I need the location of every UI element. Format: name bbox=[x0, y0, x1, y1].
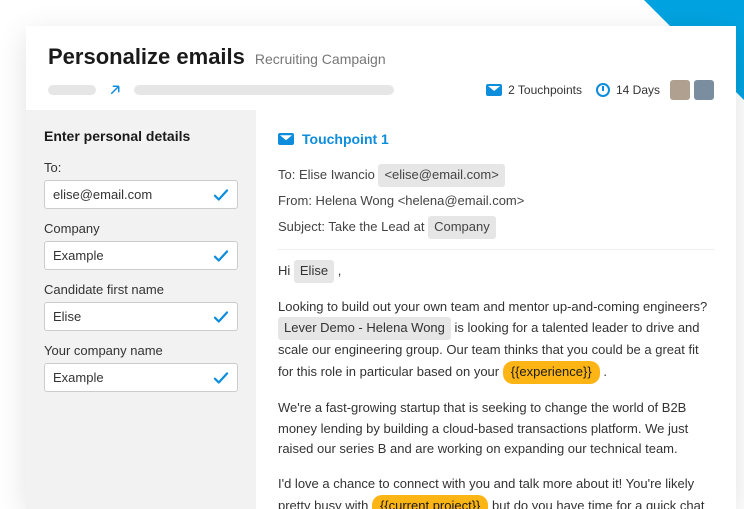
experience-token: {{experience}} bbox=[503, 361, 600, 384]
days-label: 14 Days bbox=[616, 83, 660, 97]
email-to: To: Elise Iwancio <elise@email.com> bbox=[278, 164, 714, 187]
greeting-name-chip: Elise bbox=[294, 260, 334, 283]
greeting-suffix: , bbox=[334, 263, 341, 278]
page-subtitle: Recruiting Campaign bbox=[255, 51, 386, 67]
email-to-chip: <elise@email.com> bbox=[378, 164, 504, 187]
firstname-input[interactable] bbox=[44, 302, 238, 331]
touchpoints-meta: 2 Touchpoints bbox=[486, 83, 582, 97]
toolbar-row: 2 Touchpoints 14 Days bbox=[48, 80, 714, 100]
greeting: Hi Elise , bbox=[278, 260, 714, 283]
company-label: Company bbox=[44, 221, 238, 236]
share-icon[interactable] bbox=[106, 81, 124, 99]
current-project-token: {{current project}} bbox=[372, 495, 488, 509]
placeholder-pill-large bbox=[134, 85, 394, 95]
email-subject: Subject: Take the Lead at Company bbox=[278, 216, 714, 239]
paragraph-1: Looking to build out your own team and m… bbox=[278, 297, 714, 384]
paragraph-2: We're a fast-growing startup that is see… bbox=[278, 398, 714, 460]
envelope-icon bbox=[486, 84, 502, 96]
check-icon bbox=[212, 369, 230, 387]
check-icon bbox=[212, 247, 230, 265]
paragraph-3: I'd love a chance to connect with you an… bbox=[278, 474, 714, 509]
sidebar: Enter personal details To: Company Candi… bbox=[26, 110, 256, 509]
days-meta: 14 Days bbox=[596, 83, 660, 97]
sidebar-heading: Enter personal details bbox=[44, 128, 238, 144]
email-to-prefix: To: Elise Iwancio bbox=[278, 167, 378, 182]
p1-company-chip: Lever Demo - Helena Wong bbox=[278, 317, 451, 340]
email-from: From: Helena Wong <helena@email.com> bbox=[278, 191, 714, 212]
subject-prefix: Subject: Take the Lead at bbox=[278, 219, 428, 234]
page-title: Personalize emails bbox=[48, 44, 245, 70]
p1-c: . bbox=[600, 364, 607, 379]
email-preview: Touchpoint 1 To: Elise Iwancio <elise@em… bbox=[256, 110, 736, 509]
email-body: Hi Elise , Looking to build out your own… bbox=[278, 249, 714, 509]
clock-icon bbox=[596, 83, 610, 97]
p1-a: Looking to build out your own team and m… bbox=[278, 299, 707, 314]
greeting-prefix: Hi bbox=[278, 263, 294, 278]
to-input[interactable] bbox=[44, 180, 238, 209]
yourcompany-input[interactable] bbox=[44, 363, 238, 392]
subject-company-chip: Company bbox=[428, 216, 496, 239]
firstname-label: Candidate first name bbox=[44, 282, 238, 297]
check-icon bbox=[212, 186, 230, 204]
header: Personalize emails Recruiting Campaign 2… bbox=[26, 26, 736, 110]
touchpoint-title: Touchpoint 1 bbox=[302, 128, 389, 150]
avatar-group bbox=[670, 80, 714, 100]
envelope-icon bbox=[278, 133, 294, 145]
app-card: Personalize emails Recruiting Campaign 2… bbox=[26, 26, 736, 509]
avatar[interactable] bbox=[694, 80, 714, 100]
company-input[interactable] bbox=[44, 241, 238, 270]
to-label: To: bbox=[44, 160, 238, 175]
placeholder-pill bbox=[48, 85, 96, 95]
touchpoints-label: 2 Touchpoints bbox=[508, 83, 582, 97]
avatar[interactable] bbox=[670, 80, 690, 100]
yourcompany-label: Your company name bbox=[44, 343, 238, 358]
check-icon bbox=[212, 308, 230, 326]
touchpoint-header: Touchpoint 1 bbox=[278, 128, 714, 150]
